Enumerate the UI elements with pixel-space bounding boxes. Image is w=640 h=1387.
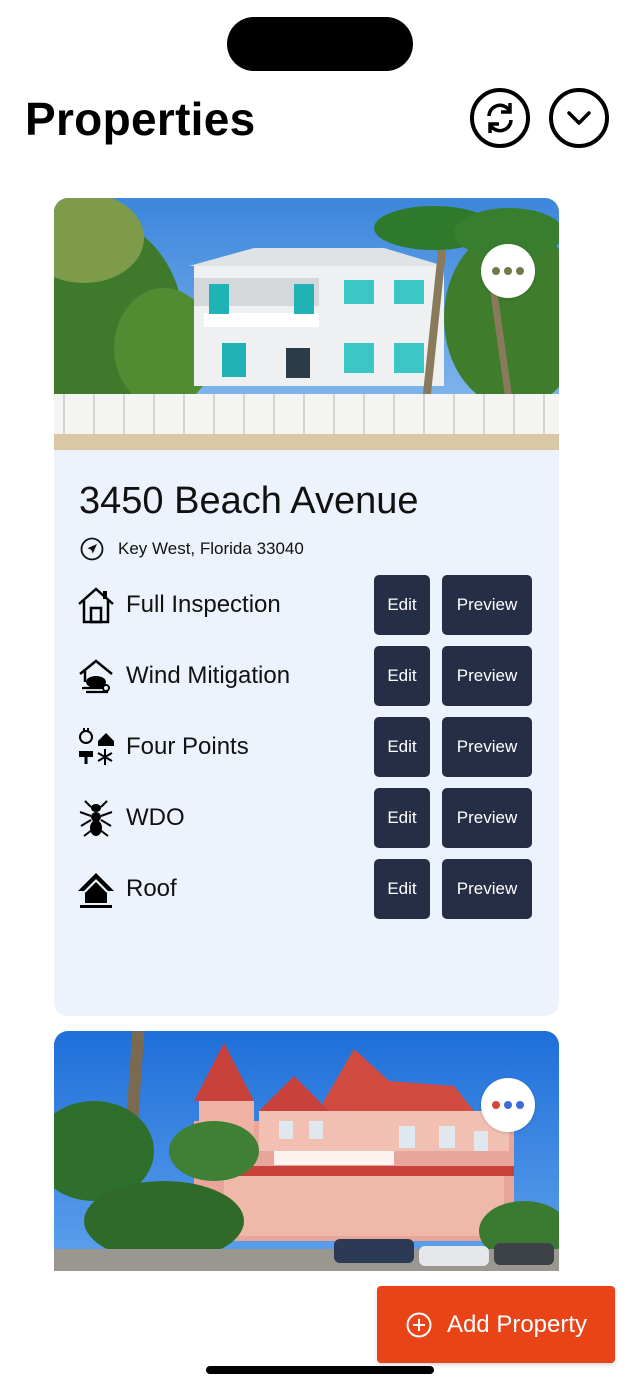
- location-text: Key West, Florida 33040: [118, 539, 304, 558]
- preview-button[interactable]: Preview: [442, 859, 532, 919]
- inspection-label: Full Inspection: [126, 591, 281, 618]
- inspection-label: Wind Mitigation: [126, 662, 291, 689]
- preview-button[interactable]: Preview: [442, 717, 532, 777]
- location-arrow-icon: [80, 537, 104, 561]
- preview-button[interactable]: Preview: [442, 646, 532, 706]
- chevron-down-icon: [567, 111, 591, 125]
- sync-button[interactable]: [470, 88, 530, 148]
- edit-button[interactable]: Edit: [374, 575, 430, 635]
- inspection-row-wdo: WDO Edit Preview: [76, 788, 536, 848]
- sync-icon: [487, 103, 513, 133]
- preview-button[interactable]: Preview: [442, 575, 532, 635]
- plus-circle-icon: [406, 1312, 432, 1337]
- more-dot-icon: [516, 1101, 524, 1109]
- edit-button[interactable]: Edit: [374, 646, 430, 706]
- property-address: 3450 Beach Avenue: [79, 480, 419, 522]
- edit-button[interactable]: Edit: [374, 717, 430, 777]
- property-card[interactable]: 3450 Beach Avenue Key West, Florida 3304…: [54, 198, 559, 1016]
- more-options-button[interactable]: [481, 244, 535, 298]
- more-dot-icon: [504, 267, 512, 275]
- utilities-icon: [79, 728, 114, 765]
- property-photo: [54, 198, 559, 450]
- preview-button[interactable]: Preview: [442, 788, 532, 848]
- add-property-button[interactable]: Add Property: [377, 1286, 615, 1363]
- property-card[interactable]: [54, 1031, 559, 1271]
- options-dropdown-button[interactable]: [549, 88, 609, 148]
- home-indicator[interactable]: [206, 1366, 434, 1374]
- edit-button[interactable]: Edit: [374, 859, 430, 919]
- property-photo: [54, 1031, 559, 1271]
- inspection-label: Four Points: [126, 733, 249, 760]
- page-title: Properties: [25, 93, 256, 145]
- inspection-label: WDO: [126, 804, 185, 831]
- inspection-row-four-points: Four Points Edit Preview: [76, 717, 536, 777]
- more-dot-icon: [504, 1101, 512, 1109]
- more-dot-icon: [516, 267, 524, 275]
- termite-icon: [79, 800, 113, 837]
- inspection-row-roof: Roof Edit Preview: [76, 859, 536, 919]
- inspection-row-wind-mitigation: Wind Mitigation Edit Preview: [76, 646, 536, 706]
- more-dot-icon: [492, 267, 500, 275]
- wind-house-icon: [79, 659, 113, 694]
- more-dot-icon: [492, 1101, 500, 1109]
- dynamic-island: [227, 17, 413, 71]
- property-location: Key West, Florida 33040: [80, 537, 304, 561]
- add-property-label: Add Property: [446, 1310, 588, 1338]
- roof-icon: [78, 873, 114, 908]
- inspection-row-full-inspection: Full Inspection Edit Preview: [76, 575, 536, 635]
- edit-button[interactable]: Edit: [374, 788, 430, 848]
- house-icon: [78, 587, 114, 624]
- inspection-label: Roof: [126, 875, 177, 902]
- more-options-button[interactable]: [481, 1078, 535, 1132]
